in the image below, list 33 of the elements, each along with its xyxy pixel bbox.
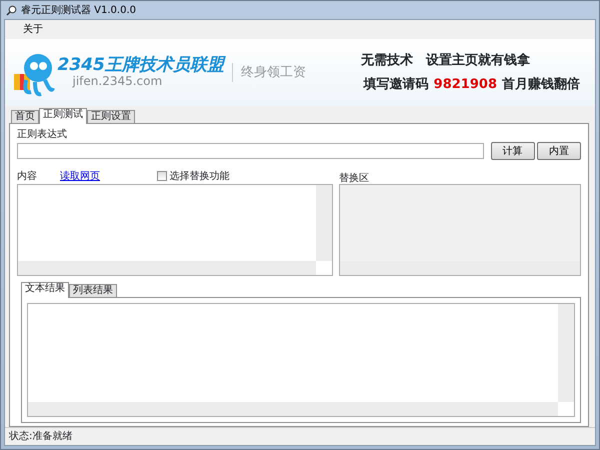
field-label: 替换区 <box>339 173 370 184</box>
promo-text: 首月赚钱翻倍 <box>502 76 580 94</box>
tab[interactable]: 正则设置 <box>87 110 135 123</box>
action-button[interactable]: 计算 <box>490 142 534 160</box>
slogan: 终身领工资 <box>232 62 306 82</box>
action-button[interactable]: 内置 <box>537 142 581 160</box>
checkbox[interactable] <box>157 171 167 181</box>
site-address: jifen.2345.com <box>72 74 164 88</box>
window-title: 睿元正则测试器 V1.0.0.0 <box>21 4 136 18</box>
brand-logo: 2345王牌技术员联盟 <box>58 56 224 74</box>
scrollbar[interactable] <box>316 185 332 261</box>
menu-item[interactable]: 关于 <box>20 22 46 37</box>
field-label: 内容 <box>17 170 38 184</box>
replace-text-area[interactable] <box>339 184 581 276</box>
magnifier-icon <box>6 4 17 16</box>
tab[interactable]: 列表结果 <box>69 284 117 297</box>
scrollbar[interactable] <box>340 261 580 275</box>
promo-text: 无需技术 设置主页就有钱拿 <box>361 52 532 70</box>
scrollbar[interactable] <box>28 402 558 416</box>
scrollbar[interactable] <box>558 304 574 402</box>
tab[interactable]: 正则测试 <box>39 108 87 124</box>
tab[interactable]: 文本结果 <box>21 282 69 298</box>
regex-input-field[interactable] <box>17 143 484 159</box>
promo-text: 填写邀请码 <box>364 76 429 94</box>
scrollbar[interactable] <box>18 261 316 275</box>
field-label: 正则表达式 <box>17 128 68 142</box>
tab[interactable]: 首页 <box>11 110 39 123</box>
read-webpage-link[interactable]: 读取网页 <box>60 168 100 184</box>
status-text: 状态:准备就绪 <box>9 430 72 444</box>
checkbox-label: 选择替换功能 <box>170 170 230 184</box>
content-text-area[interactable] <box>17 184 333 276</box>
result-text-area[interactable] <box>27 303 575 417</box>
invite-code: 9821908 <box>434 76 497 94</box>
